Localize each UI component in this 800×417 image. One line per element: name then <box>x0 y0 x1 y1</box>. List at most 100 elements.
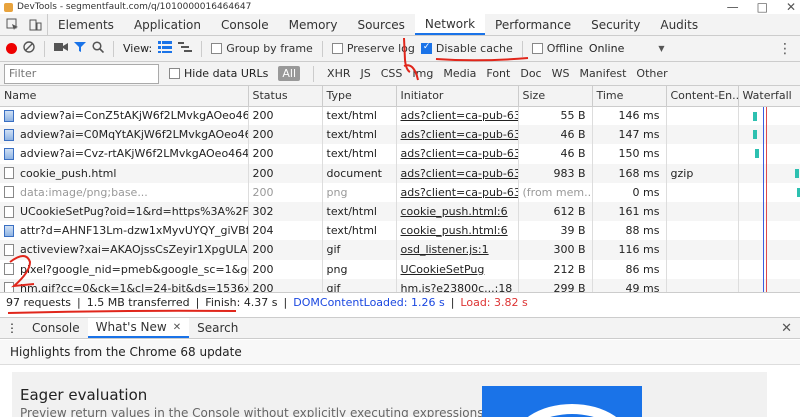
request-type-text: text/html <box>326 205 377 219</box>
checkbox-box[interactable] <box>531 43 543 54</box>
filter-icon[interactable] <box>74 41 86 56</box>
column-header-initiator[interactable]: Initiator <box>396 86 519 107</box>
tab-elements[interactable]: Elements <box>48 14 124 35</box>
request-name[interactable]: cookie_push.html <box>4 167 247 180</box>
hide-data-urls-checkbox[interactable]: Hide data URLs <box>169 67 268 80</box>
request-initiator-cell: UCookieSetPug <box>396 259 519 279</box>
offline-checkbox[interactable]: Offline <box>531 42 583 55</box>
request-initiator-text[interactable]: osd_listener.js:1 <box>401 243 489 256</box>
table-row[interactable]: UCookieSetPug?oid=1&rd=https%3A%2F%... 30… <box>0 201 800 222</box>
request-initiator-text[interactable]: ads?client=ca-pub-63... <box>401 147 518 160</box>
request-name[interactable]: activeview?xai=AKAOjssCsZeyir1XpgULApIC.… <box>4 243 247 256</box>
more-options-icon[interactable]: ⋮ <box>778 41 792 57</box>
maximize-button[interactable]: □ <box>757 0 768 14</box>
tab-memory[interactable]: Memory <box>279 14 348 35</box>
checkbox-box[interactable] <box>169 68 180 79</box>
record-button[interactable] <box>6 43 17 54</box>
inspect-element-icon[interactable] <box>0 14 24 35</box>
table-row[interactable]: adview?ai=ConZ5tAKjW6f2LMvkgAOeo464... 20… <box>0 106 800 126</box>
request-type-text: text/html <box>326 109 377 123</box>
request-initiator-text[interactable]: ads?client=ca-pub-63... <box>401 128 518 141</box>
request-initiator-text[interactable]: ads?client=ca-pub-63... <box>401 186 518 199</box>
request-name[interactable]: attr?d=AHNF13Lm-dzw1xMyvUYQY_giVBfe... <box>4 224 247 237</box>
column-header-status[interactable]: Status <box>248 86 323 107</box>
request-initiator-text[interactable]: ads?client=ca-pub-63... <box>401 109 518 122</box>
table-row[interactable]: adview?ai=C0MqYtAKjW6f2LMvkgAOeo464... 20… <box>0 125 800 145</box>
request-name[interactable]: adview?ai=C0MqYtAKjW6f2LMvkgAOeo464... <box>4 128 247 141</box>
request-initiator-cell: osd_listener.js:1 <box>396 240 519 260</box>
column-header-type[interactable]: Type <box>322 86 397 107</box>
request-initiator-text[interactable]: cookie_push.html:6 <box>401 224 508 237</box>
drawer-tab-whats-new[interactable]: What's New ✕ <box>87 318 190 338</box>
device-toolbar-icon[interactable] <box>24 14 48 35</box>
table-row[interactable]: attr?d=AHNF13Lm-dzw1xMyvUYQY_giVBfe... 20… <box>0 221 800 241</box>
column-header-content-encoding[interactable]: Content-En... <box>666 86 739 107</box>
table-row[interactable]: activeview?xai=AKAOjssCsZeyir1XpgULApIC.… <box>0 240 800 260</box>
request-size-cell: 983 B <box>518 163 593 183</box>
filter-input[interactable] <box>4 63 159 84</box>
request-status-text: 200 <box>252 166 274 180</box>
close-window-button[interactable]: ✕ <box>786 0 796 14</box>
column-header-waterfall[interactable]: Waterfall <box>738 86 800 107</box>
drawer-menu-icon[interactable]: ⋮ <box>0 318 24 338</box>
request-initiator-text[interactable]: UCookieSetPug <box>401 263 485 276</box>
column-header-name[interactable]: Name <box>0 86 249 107</box>
domcontentloaded-marker <box>762 144 764 164</box>
large-rows-icon[interactable] <box>158 41 173 56</box>
request-time-cell: 86 ms <box>592 259 667 279</box>
tab-network[interactable]: Network <box>414 14 486 35</box>
video-camera-icon[interactable] <box>54 42 68 55</box>
type-filter-manifest[interactable]: Manifest <box>579 67 626 80</box>
request-name[interactable]: adview?ai=ConZ5tAKjW6f2LMvkgAOeo464... <box>4 109 248 123</box>
drawer-close-button[interactable]: ✕ <box>781 321 792 336</box>
request-type-text: text/html <box>326 224 377 238</box>
clear-icon[interactable] <box>23 41 35 56</box>
type-filter-js[interactable]: JS <box>361 67 371 80</box>
column-header-time[interactable]: Time <box>592 86 667 107</box>
domcontentloaded-marker <box>762 259 764 279</box>
column-header-size[interactable]: Size <box>518 86 593 107</box>
type-filter-doc[interactable]: Doc <box>520 67 541 80</box>
type-filter-ws[interactable]: WS <box>552 67 570 80</box>
checkbox-box[interactable] <box>211 43 223 54</box>
request-name[interactable]: pixel?google_nid=pmeb&google_sc=1&go... <box>4 263 247 276</box>
throttling-select[interactable]: Online ▼ <box>589 42 665 55</box>
type-filter-other[interactable]: Other <box>636 67 667 80</box>
tab-console[interactable]: Console <box>211 14 279 35</box>
overview-waterfall-icon[interactable] <box>178 41 193 56</box>
tab-sources[interactable]: Sources <box>347 14 414 35</box>
table-row[interactable]: adview?ai=Cvz-rtAKjW6f2LMvkgAOeo464... 20… <box>0 144 800 164</box>
request-name[interactable]: adview?ai=Cvz-rtAKjW6f2LMvkgAOeo464... <box>4 147 247 160</box>
tab-security[interactable]: Security <box>581 14 650 35</box>
type-filter-css[interactable]: CSS <box>381 67 403 80</box>
type-filter-media[interactable]: Media <box>443 67 476 80</box>
request-initiator-text[interactable]: ads?client=ca-pub-63... <box>401 167 518 180</box>
request-name-text: data:image/png;base... <box>20 185 148 199</box>
drawer-tab-console[interactable]: Console <box>24 318 88 338</box>
tab-performance[interactable]: Performance <box>485 14 581 35</box>
group-by-frame-checkbox[interactable]: Group by frame <box>211 42 313 55</box>
type-filter-font[interactable]: Font <box>486 67 510 80</box>
request-name[interactable]: data:image/png;base... <box>4 185 247 199</box>
close-tab-icon[interactable]: ✕ <box>173 322 181 333</box>
checkbox-box-checked[interactable] <box>420 42 432 54</box>
type-filter-xhr[interactable]: XHR <box>327 67 350 80</box>
preserve-log-checkbox[interactable]: Preserve log <box>331 42 415 55</box>
table-row[interactable]: pixel?google_nid=pmeb&google_sc=1&go... 2… <box>0 259 800 279</box>
minimize-button[interactable]: — <box>727 0 739 14</box>
request-name-text: adview?ai=ConZ5tAKjW6f2LMvkgAOeo464... <box>20 109 248 123</box>
type-filter-img[interactable]: Img <box>412 67 433 80</box>
table-row[interactable]: data:image/png;base... 200 png ads?client=c… <box>0 182 800 202</box>
checkbox-box[interactable] <box>331 43 343 54</box>
search-icon[interactable] <box>92 41 105 56</box>
request-type-text: png <box>326 185 348 199</box>
disable-cache-checkbox[interactable]: Disable cache <box>420 42 513 55</box>
table-row[interactable]: cookie_push.html 200 document ads?client=ca… <box>0 163 800 183</box>
drawer-tab-search[interactable]: Search <box>189 318 246 338</box>
request-size-cell: 212 B <box>518 259 593 279</box>
type-filter-all[interactable]: All <box>278 66 301 81</box>
tab-audits[interactable]: Audits <box>650 14 708 35</box>
tab-application[interactable]: Application <box>124 14 211 35</box>
request-initiator-text[interactable]: cookie_push.html:6 <box>401 205 508 218</box>
request-name[interactable]: UCookieSetPug?oid=1&rd=https%3A%2F%... <box>4 205 247 218</box>
